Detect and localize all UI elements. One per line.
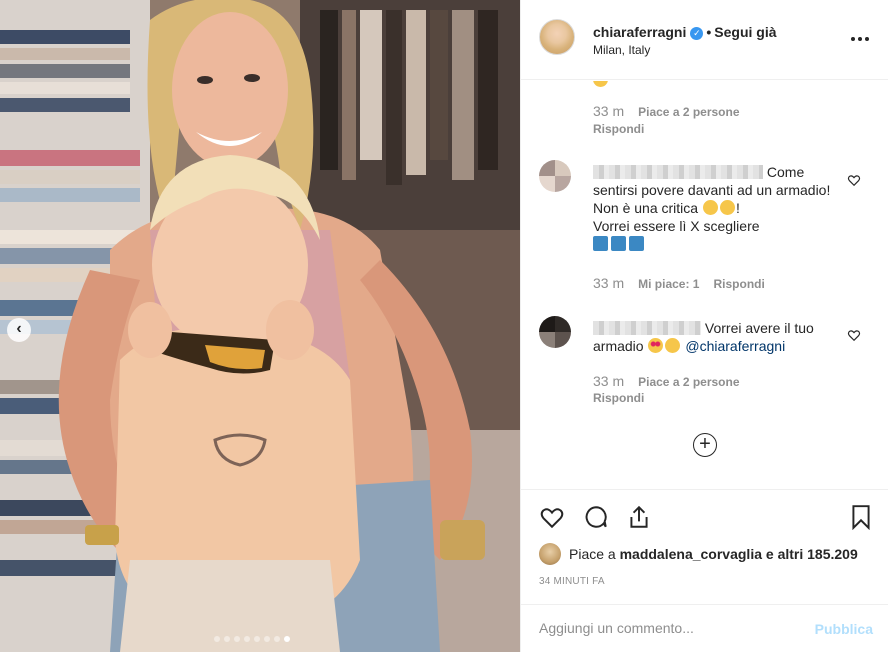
emoji-icon	[665, 338, 681, 353]
follow-button[interactable]: Segui già	[714, 24, 776, 40]
likes-count-link[interactable]: e altri 185.209	[766, 546, 858, 562]
comments-list[interactable]: 33 m Piace a 2 persone Rispondi Come sen…	[521, 81, 888, 489]
comment-meta: 33 m Piace a 2 persone	[593, 103, 740, 119]
emoji-icon	[648, 338, 664, 353]
comment-text: Vorrei avere il tuo armadio @chiaraferra…	[593, 319, 843, 355]
comment-likes[interactable]: Piace a 2 persone	[638, 105, 739, 119]
chevron-left-icon: ‹	[16, 320, 22, 337]
comment-body-part: Vorrei essere lì X scegliere	[593, 218, 760, 234]
bookmark-icon[interactable]	[848, 504, 874, 530]
reply-button[interactable]: Rispondi	[593, 122, 644, 136]
comment-body-part: !	[735, 200, 740, 216]
carousel-dot	[264, 636, 270, 642]
liker-username-link[interactable]: maddalena_corvaglia	[620, 546, 762, 562]
verified-badge-icon: ✓	[690, 27, 704, 40]
reply-button[interactable]: Rispondi	[593, 391, 644, 405]
comment-time[interactable]: 33 m	[593, 373, 624, 389]
carousel-dot	[234, 636, 240, 642]
plus-icon: +	[699, 433, 711, 455]
emoji-icon	[719, 200, 735, 215]
likes-summary: Piace a maddalena_corvaglia e altri 185.…	[539, 543, 858, 565]
carousel-dot	[244, 636, 250, 642]
carousel-prev-button[interactable]: ‹	[7, 318, 31, 342]
load-more-comments-button[interactable]: +	[693, 433, 717, 457]
comment-time[interactable]: 33 m	[593, 103, 624, 119]
top-emoji-icon	[629, 236, 644, 251]
reply-button[interactable]: Rispondi	[713, 277, 764, 291]
username-link[interactable]: chiaraferragni	[593, 24, 686, 40]
post-header: chiaraferragni ✓ • Segui già Milan, Italy	[521, 0, 888, 80]
publish-button[interactable]: Pubblica	[815, 621, 873, 637]
comment-likes[interactable]: Piace a 2 persone	[638, 375, 739, 389]
separator-dot: •	[706, 24, 712, 40]
heart-icon[interactable]	[539, 504, 565, 530]
add-comment-bar: Pubblica	[521, 604, 888, 652]
comment-icon[interactable]	[583, 504, 609, 530]
liker-avatar[interactable]	[539, 543, 561, 565]
avatar[interactable]	[539, 19, 575, 55]
comment-text: Come sentirsi povere davanti ad un armad…	[593, 163, 843, 253]
like-comment-heart-icon[interactable]	[847, 173, 861, 187]
carousel-dot	[254, 636, 260, 642]
emoji-icon	[593, 81, 608, 87]
share-icon[interactable]	[626, 504, 652, 530]
more-options-icon[interactable]	[851, 28, 873, 50]
post-photo[interactable]: ‹	[0, 0, 520, 652]
post-author: chiaraferragni ✓ • Segui già	[593, 24, 777, 40]
likes-prefix: Piace a	[569, 546, 616, 562]
emoji-icon	[702, 200, 718, 215]
comment-time[interactable]: 33 m	[593, 275, 624, 291]
comment-meta: 33 m Piace a 2 persone	[593, 373, 740, 389]
like-comment-heart-icon[interactable]	[847, 328, 861, 342]
carousel-dot	[224, 636, 230, 642]
commenter-username-blurred[interactable]	[593, 165, 763, 179]
post-timestamp[interactable]: 34 MINUTI FA	[539, 576, 605, 587]
comment-meta: 33 m Mi piace: 1 Rispondi	[593, 275, 765, 291]
carousel-indicator	[214, 636, 290, 642]
comment-likes[interactable]: Mi piace: 1	[638, 277, 699, 291]
post-sidebar: chiaraferragni ✓ • Segui già Milan, Italy 3…	[520, 0, 888, 652]
mention-link[interactable]: @chiaraferragni	[685, 338, 785, 354]
comment-input[interactable]	[539, 617, 799, 639]
location-link[interactable]: Milan, Italy	[593, 43, 650, 57]
commenter-avatar[interactable]	[539, 160, 571, 192]
top-emoji-icon	[593, 236, 608, 251]
commenter-avatar[interactable]	[539, 316, 571, 348]
post-actions: Piace a maddalena_corvaglia e altri 185.…	[521, 489, 888, 604]
post-image-illustration	[0, 0, 520, 652]
carousel-dot	[274, 636, 280, 642]
commenter-username-blurred[interactable]	[593, 321, 701, 335]
top-emoji-icon	[611, 236, 626, 251]
carousel-dot	[214, 636, 220, 642]
carousel-dot	[284, 636, 290, 642]
instagram-post: ‹ chiaraferragni ✓ • Segui già Milan, Italy…	[0, 0, 888, 652]
